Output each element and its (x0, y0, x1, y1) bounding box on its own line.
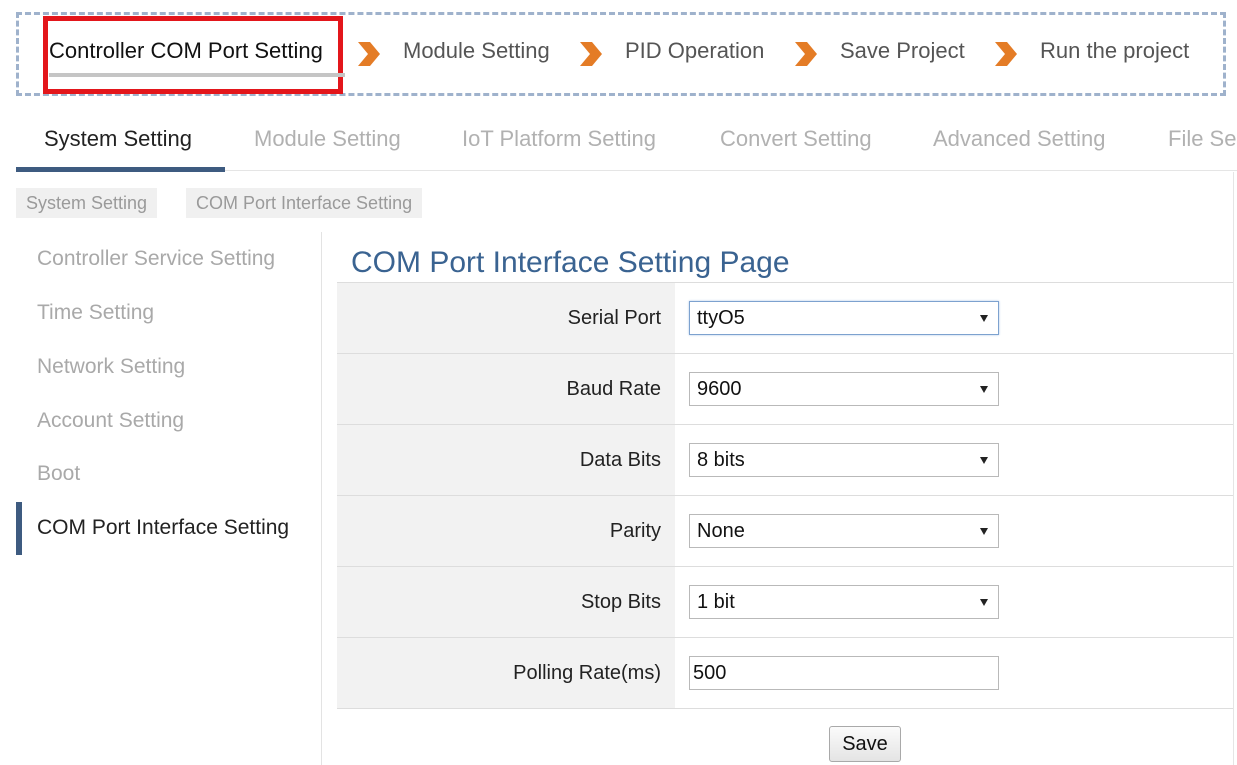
main-tabs: System Setting Module Setting IoT Platfo… (16, 110, 1237, 172)
wizard-step-controller-com-port-setting[interactable]: Controller COM Port Setting (49, 38, 323, 64)
form-row-serial-port: Serial Port ttyO5 (337, 282, 1233, 353)
sidebar-item-boot[interactable]: Boot (37, 462, 80, 486)
data-bits-select[interactable]: 8 bits (689, 443, 999, 477)
side-nav: Controller Service Setting Time Setting … (16, 232, 322, 765)
sidebar-item-time-setting[interactable]: Time Setting (37, 301, 154, 325)
data-bits-value: 8 bits (697, 449, 745, 471)
wizard-step-underline (49, 73, 345, 77)
baud-rate-select[interactable]: 9600 (689, 372, 999, 406)
stop-bits-label: Stop Bits (337, 567, 675, 637)
polling-rate-label: Polling Rate(ms) (337, 638, 675, 708)
form-row-parity: Parity None (337, 495, 1233, 566)
sidebar-item-controller-service-setting[interactable]: Controller Service Setting (37, 247, 275, 271)
page-title: COM Port Interface Setting Page (351, 246, 790, 279)
dropdown-arrow-icon (980, 599, 988, 606)
tab-system-setting[interactable]: System Setting (44, 126, 192, 152)
parity-select[interactable]: None (689, 514, 999, 548)
form-bottom-divider (337, 708, 1233, 709)
active-tab-indicator (16, 167, 225, 172)
tab-convert-setting[interactable]: Convert Setting (720, 126, 872, 152)
serial-port-select[interactable]: ttyO5 (689, 301, 999, 335)
chevron-right-icon (995, 42, 1017, 66)
form-row-polling-rate: Polling Rate(ms) 500 (337, 637, 1233, 708)
form-row-data-bits: Data Bits 8 bits (337, 424, 1233, 495)
active-nav-indicator (16, 502, 22, 555)
save-button[interactable]: Save (829, 726, 901, 762)
serial-port-value: ttyO5 (697, 307, 745, 329)
parity-label: Parity (337, 496, 675, 566)
tab-advanced-setting[interactable]: Advanced Setting (933, 126, 1105, 152)
stop-bits-value: 1 bit (697, 591, 735, 613)
chevron-right-icon (580, 42, 602, 66)
breadcrumb-item-system-setting[interactable]: System Setting (16, 188, 158, 218)
chevron-right-icon (358, 42, 380, 66)
tab-module-setting[interactable]: Module Setting (254, 126, 401, 152)
form-row-stop-bits: Stop Bits 1 bit (337, 566, 1233, 637)
sidebar-item-network-setting[interactable]: Network Setting (37, 355, 185, 379)
sidebar-item-account-setting[interactable]: Account Setting (37, 409, 184, 433)
baud-rate-value: 9600 (697, 378, 742, 400)
chevron-right-icon (795, 42, 817, 66)
tab-iot-platform-setting[interactable]: IoT Platform Setting (462, 126, 656, 152)
wizard-step-save-project[interactable]: Save Project (840, 38, 965, 64)
tab-file-setting[interactable]: File Se (1168, 126, 1236, 152)
dropdown-arrow-icon (980, 386, 988, 393)
sidebar-item-com-port-interface-setting[interactable]: COM Port Interface Setting (37, 516, 289, 540)
setup-wizard: Controller COM Port Setting Module Setti… (16, 12, 1226, 96)
dropdown-arrow-icon (980, 315, 988, 322)
baud-rate-label: Baud Rate (337, 354, 675, 424)
form-row-baud-rate: Baud Rate 9600 (337, 353, 1233, 424)
wizard-step-run-the-project[interactable]: Run the project (1040, 38, 1189, 64)
content-right-border (1233, 172, 1234, 765)
wizard-step-module-setting[interactable]: Module Setting (403, 38, 550, 64)
dropdown-arrow-icon (980, 457, 988, 464)
polling-rate-input[interactable]: 500 (689, 656, 999, 690)
serial-port-label: Serial Port (337, 283, 675, 353)
stop-bits-select[interactable]: 1 bit (689, 585, 999, 619)
parity-value: None (697, 520, 745, 542)
breadcrumb-item-com-port-interface-setting[interactable]: COM Port Interface Setting (186, 188, 423, 218)
dropdown-arrow-icon (980, 528, 988, 535)
wizard-step-pid-operation[interactable]: PID Operation (625, 38, 764, 64)
data-bits-label: Data Bits (337, 425, 675, 495)
